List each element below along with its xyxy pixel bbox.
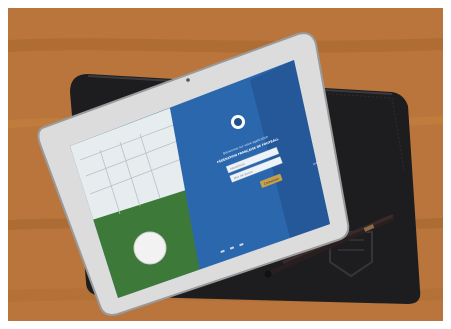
screen-football <box>133 231 167 265</box>
ffr-crest-icon <box>231 115 245 129</box>
front-camera-icon <box>186 78 190 82</box>
photo-scene: Bienvenue sur votre application FÉDÉRATI… <box>0 0 451 329</box>
